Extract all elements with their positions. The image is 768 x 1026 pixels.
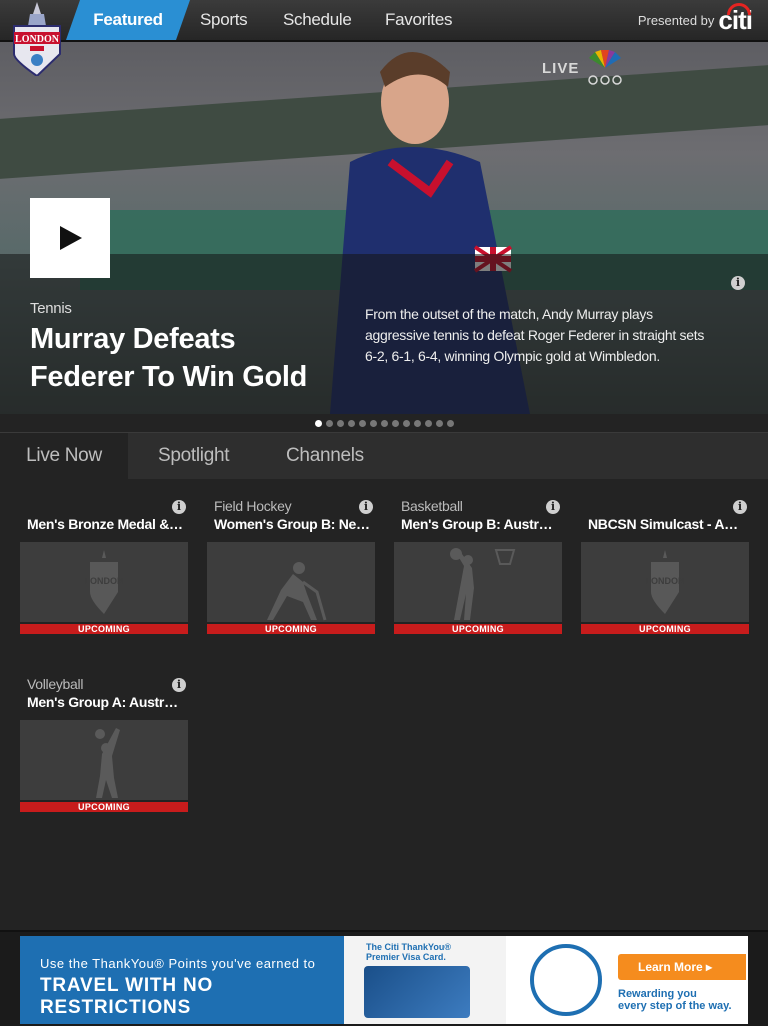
field-hockey-icon — [267, 562, 327, 621]
top-nav-bar: Featured Sports Schedule Favorites Prese… — [0, 0, 768, 42]
card-title: Men's Bronze Medal &Wo... — [27, 516, 185, 532]
pager-dot[interactable] — [425, 420, 432, 427]
card-title: Women's Group B: New Z... — [214, 516, 372, 532]
credit-card-image — [364, 966, 470, 1018]
ad-line-2: TRAVEL WITH NO RESTRICTIONS — [40, 975, 214, 1018]
subtab-live-now[interactable]: Live Now — [0, 433, 128, 479]
ad-line-1: Use the ThankYou® Points you've earned t… — [40, 956, 316, 971]
card-info-icon[interactable]: i — [733, 500, 747, 514]
subtab-spotlight[interactable]: Spotlight — [158, 433, 230, 479]
pager-dot[interactable] — [392, 420, 399, 427]
london-2012-logo-icon: LONDON — [85, 550, 124, 614]
ad-tagline: Rewarding you every step of the way. — [618, 988, 732, 1012]
tab-featured-label: Featured — [93, 10, 163, 29]
card-info-icon[interactable]: i — [359, 500, 373, 514]
pager-dot[interactable] — [337, 420, 344, 427]
ad-tagline-2: every step of the way. — [618, 1000, 732, 1012]
card-thumbnail — [207, 542, 375, 622]
svg-text:LONDON: LONDON — [85, 576, 124, 586]
play-button[interactable] — [30, 198, 110, 278]
london-2012-logo-icon: LONDON — [646, 550, 685, 614]
hero-title[interactable]: Murray Defeats Federer To Win Gold — [30, 320, 330, 396]
hero-description: From the outset of the match, Andy Murra… — [365, 306, 705, 364]
card-thumbnail — [394, 542, 562, 622]
citi-usa-logo — [530, 944, 602, 1016]
hero-category: Tennis — [30, 300, 72, 317]
upcoming-badge: UPCOMING — [20, 802, 188, 812]
volleyball-icon — [95, 728, 120, 798]
nbc-peacock-icon — [588, 50, 623, 85]
pager-dot[interactable] — [326, 420, 333, 427]
live-event-card[interactable]: Field Hockey i Women's Group B: New Z...… — [207, 498, 375, 640]
pager-dot[interactable] — [436, 420, 443, 427]
card-thumbnail — [20, 720, 188, 800]
tab-schedule[interactable]: Schedule — [283, 0, 352, 40]
card-title: NBCSN Simulcast - Augu... — [588, 516, 746, 532]
tab-featured[interactable]: Featured — [66, 0, 190, 40]
featured-hero[interactable]: LIVE Tennis Murray Defeats Federer To Wi… — [0, 42, 768, 414]
citi-logo: citi — [718, 2, 753, 35]
pager-dot[interactable] — [348, 420, 355, 427]
card-info-icon[interactable]: i — [172, 500, 186, 514]
ad-tagline-1: Rewarding you — [618, 988, 697, 1000]
card-thumbnail: LONDON — [581, 542, 749, 622]
pager-dot[interactable] — [414, 420, 421, 427]
london-2012-logo-icon[interactable]: LONDON — [8, 0, 66, 78]
svg-text:LONDON: LONDON — [646, 576, 685, 586]
hero-info-icon[interactable]: i — [731, 276, 745, 290]
live-badge: LIVE — [542, 48, 625, 88]
upcoming-badge: UPCOMING — [394, 624, 562, 634]
card-category: Field Hockey — [214, 498, 292, 514]
upcoming-badge: UPCOMING — [20, 624, 188, 634]
card-info-icon[interactable]: i — [546, 500, 560, 514]
upcoming-badge: UPCOMING — [581, 624, 749, 634]
pager-dot[interactable] — [315, 420, 322, 427]
upcoming-badge: UPCOMING — [207, 624, 375, 634]
subtab-channels[interactable]: Channels — [286, 433, 364, 479]
play-icon — [60, 226, 82, 250]
live-event-card[interactable]: i NBCSN Simulcast - Augu... LONDON UPCOM… — [581, 498, 749, 640]
live-event-card[interactable]: Basketball i Men's Group B: Austral... U… — [394, 498, 562, 640]
ad-left-panel: Use the ThankYou® Points you've earned t… — [20, 936, 344, 1024]
live-event-card[interactable]: Volleyball i Men's Group A: Austral... U… — [20, 676, 188, 818]
pager-dot[interactable] — [381, 420, 388, 427]
live-label: LIVE — [542, 59, 580, 77]
svg-text:LONDON: LONDON — [15, 34, 60, 45]
presented-by-label: Presented by — [637, 12, 715, 28]
card-info-icon[interactable]: i — [172, 678, 186, 692]
card-thumbnail: LONDON — [20, 542, 188, 622]
tab-favorites[interactable]: Favorites — [385, 0, 453, 40]
card-category: Volleyball — [27, 676, 84, 692]
ad-banner-container: Use the ThankYou® Points you've earned t… — [0, 930, 768, 1026]
citi-ad-banner[interactable]: Use the ThankYou® Points you've earned t… — [20, 936, 748, 1024]
basketball-icon — [450, 548, 516, 620]
pager-dot[interactable] — [447, 420, 454, 427]
pager-dot[interactable] — [403, 420, 410, 427]
learn-more-button[interactable]: Learn More ▸ — [618, 954, 746, 980]
sponsor-credit: Presented by citi — [637, 2, 753, 36]
live-event-card[interactable]: i Men's Bronze Medal &Wo... LONDON UPCOM… — [20, 498, 188, 640]
card-title: Men's Group A: Austral... — [27, 694, 185, 710]
card-title: Men's Group B: Austral... — [401, 516, 559, 532]
ad-card-title: The Citi ThankYou® Premier Visa Card. — [366, 942, 451, 962]
tab-sports[interactable]: Sports — [200, 0, 248, 40]
slide-pager[interactable] — [315, 420, 454, 427]
pager-dot[interactable] — [359, 420, 366, 427]
pager-dot[interactable] — [370, 420, 377, 427]
content-subtabs: Live Now Spotlight Channels — [0, 432, 768, 479]
card-category: Basketball — [401, 498, 463, 514]
